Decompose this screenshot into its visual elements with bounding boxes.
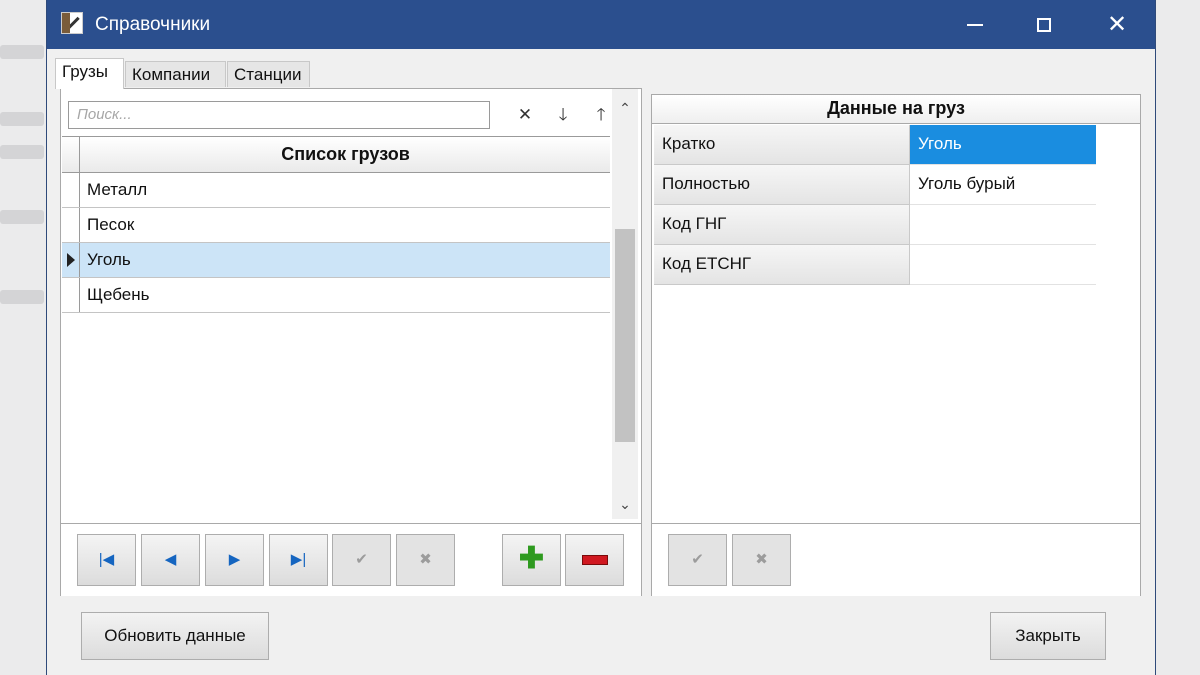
add-record-button[interactable]: ✚ (502, 534, 561, 586)
background-strip (0, 45, 44, 59)
property-row[interactable]: Код ЕТСНГ (654, 245, 1096, 285)
maximize-button[interactable] (1014, 0, 1074, 49)
property-value-etsng-code[interactable] (910, 245, 1096, 285)
minimize-icon (967, 23, 983, 26)
first-icon: |◀ (98, 551, 115, 568)
post-button[interactable]: ✔ (332, 534, 391, 586)
property-label: Код ГНГ (654, 205, 910, 245)
close-button[interactable]: Закрыть (990, 612, 1106, 660)
property-value-full[interactable]: Уголь бурый (910, 165, 1096, 205)
background-strip (0, 290, 44, 304)
cancel-edit-button[interactable]: ✖ (396, 534, 455, 586)
minimize-button[interactable] (945, 0, 1005, 49)
details-post-button[interactable]: ✔ (668, 534, 727, 586)
column-header-cargo-list[interactable]: Список грузов (81, 137, 610, 172)
property-label: Код ЕТСНГ (654, 245, 910, 285)
grid-header: Список грузов (62, 136, 610, 173)
table-row-selected[interactable]: Уголь (62, 243, 610, 278)
cargo-name-cell[interactable]: Песок (87, 208, 134, 242)
vertical-scrollbar[interactable]: ⌃ ⌄ (612, 89, 638, 519)
window-title: Справочники (95, 14, 211, 35)
row-indicator-header (62, 137, 80, 172)
maximize-icon (1037, 17, 1051, 32)
app-icon (61, 12, 83, 34)
checkmark-icon: ✔ (691, 551, 704, 568)
prev-record-button[interactable]: ◀ (141, 534, 200, 586)
tab-cargo[interactable]: Грузы (55, 58, 124, 89)
clear-search-icon[interactable]: ✕ (513, 103, 537, 127)
tab-companies[interactable]: Компании (125, 61, 226, 87)
scroll-up-icon[interactable]: ⌃ (612, 95, 638, 121)
cargo-name-cell[interactable]: Щебень (87, 278, 149, 312)
property-value-gng-code[interactable] (910, 205, 1096, 245)
property-row[interactable]: Полностью Уголь бурый (654, 165, 1096, 205)
property-label: Полностью (654, 165, 910, 205)
background-strip (0, 145, 44, 159)
cargo-details-panel: Данные на груз Кратко Уголь Полностью Уг… (651, 94, 1141, 596)
property-label: Кратко (654, 125, 910, 165)
reference-window: Справочники ✕ Грузы Компании Станции Пои… (46, 0, 1156, 675)
row-indicator (62, 278, 80, 312)
close-icon: ✕ (1106, 11, 1128, 38)
tab-stations[interactable]: Станции (227, 61, 310, 87)
table-row[interactable]: Металл (62, 173, 610, 208)
scroll-thumb[interactable] (615, 229, 635, 442)
property-row[interactable]: Кратко Уголь (654, 125, 1096, 165)
background-strip (0, 112, 44, 126)
minus-icon (581, 555, 608, 566)
search-previous-icon[interactable]: 🡑 (589, 103, 613, 127)
cargo-name-cell[interactable]: Уголь (87, 243, 131, 277)
property-value-short[interactable]: Уголь (910, 125, 1096, 165)
first-record-button[interactable]: |◀ (77, 534, 136, 586)
details-toolbar: ✔ ✖ (652, 523, 1140, 596)
prev-icon: ◀ (164, 551, 177, 568)
last-record-button[interactable]: ▶| (269, 534, 328, 586)
background-strip (0, 210, 44, 224)
details-cancel-button[interactable]: ✖ (732, 534, 791, 586)
scroll-down-icon[interactable]: ⌄ (612, 491, 638, 517)
search-input[interactable]: Поиск... (68, 101, 490, 129)
checkmark-icon: ✔ (355, 551, 368, 568)
details-title: Данные на груз (652, 95, 1140, 124)
next-icon: ▶ (228, 551, 241, 568)
current-row-icon (67, 253, 75, 267)
table-row[interactable]: Щебень (62, 278, 610, 313)
row-indicator (62, 173, 80, 207)
row-indicator (62, 243, 80, 277)
cargo-list-panel: Поиск... ✕ 🡓 🡑 Список грузов Металл Песо… (60, 88, 642, 596)
next-record-button[interactable]: ▶ (205, 534, 264, 586)
last-icon: ▶| (290, 551, 307, 568)
table-row[interactable]: Песок (62, 208, 610, 243)
plus-icon: ✚ (518, 542, 545, 575)
titlebar[interactable]: Справочники ✕ (47, 0, 1155, 49)
cross-icon: ✖ (755, 551, 768, 568)
cargo-name-cell[interactable]: Металл (87, 173, 147, 207)
delete-record-button[interactable] (565, 534, 624, 586)
close-window-button[interactable]: ✕ (1087, 0, 1147, 49)
search-next-icon[interactable]: 🡓 (551, 103, 575, 127)
refresh-data-button[interactable]: Обновить данные (81, 612, 269, 660)
row-indicator (62, 208, 80, 242)
cross-icon: ✖ (419, 551, 432, 568)
property-row[interactable]: Код ГНГ (654, 205, 1096, 245)
navigator-toolbar: |◀ ◀ ▶ ▶| ✔ ✖ ✚ (61, 523, 641, 596)
